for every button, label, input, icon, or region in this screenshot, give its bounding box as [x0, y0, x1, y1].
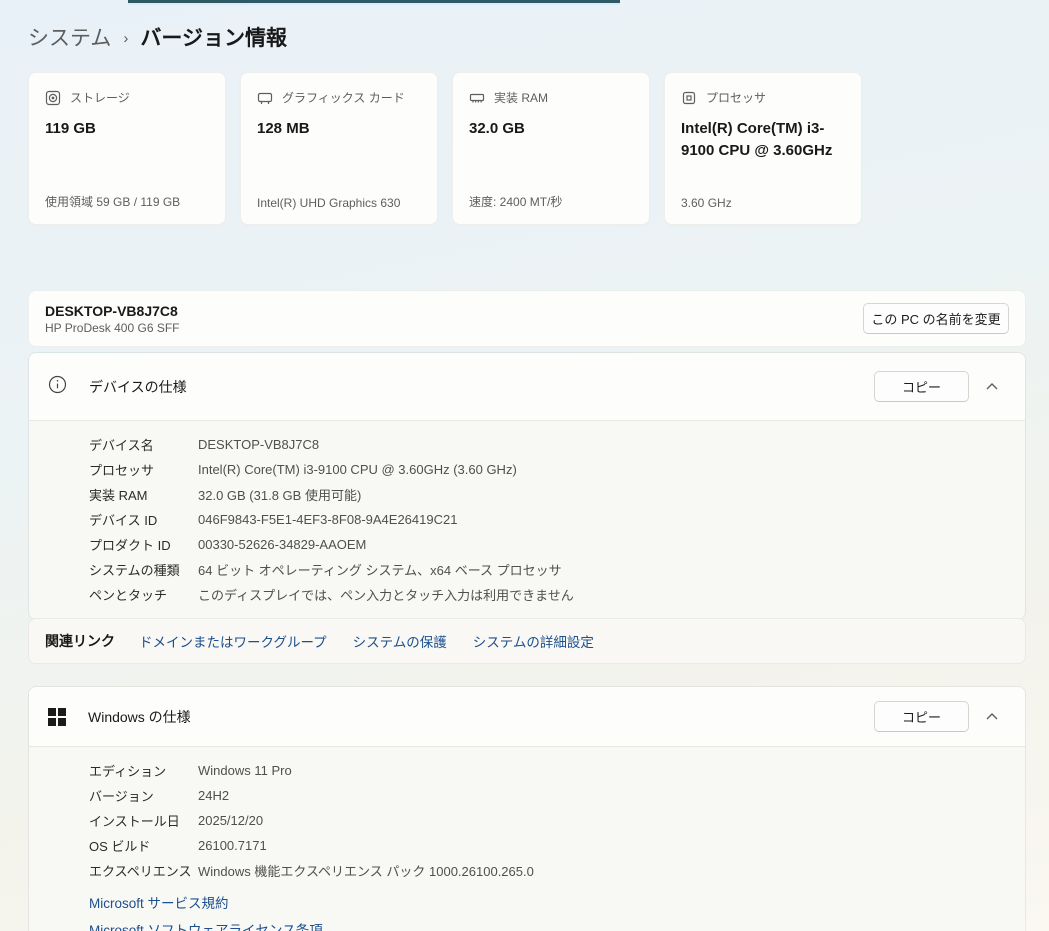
cpu-card-caption: 3.60 GHz [681, 196, 732, 210]
spec-row: エクスペリエンス Windows 機能エクスペリエンス パック 1000.2610… [89, 864, 534, 879]
ram-card-label: 実装 RAM [494, 91, 549, 105]
spec-row: プロセッサ Intel(R) Core(TM) i3-9100 CPU @ 3.6… [89, 462, 517, 478]
device-specs-title: デバイスの仕様 [89, 378, 187, 395]
gpu-icon [257, 90, 273, 106]
info-icon [48, 375, 67, 399]
windows-specs-expander: Windows の仕様 コピー エディション Windows 11 Pro バージ… [28, 686, 1026, 931]
related-links-label: 関連リンク [45, 633, 115, 649]
graphics-card-card: グラフィックス カード 128 MB Intel(R) UHD Graphics… [240, 72, 438, 225]
spec-row: プロダクト ID 00330-52626-34829-AAOEM [89, 537, 367, 553]
spec-row: 実装 RAM 32.0 GB (31.8 GB 使用可能) [89, 488, 362, 503]
device-model: HP ProDesk 400 G6 SFF [45, 320, 180, 335]
ram-card-value: 32.0 GB [469, 120, 525, 137]
ram-card-caption: 速度: 2400 MT/秒 [469, 195, 563, 209]
cpu-card-value: Intel(R) Core(TM) i3-9100 CPU @ 3.60GHz [681, 120, 833, 159]
chevron-up-icon[interactable] [975, 701, 1009, 732]
windows-specs-header[interactable]: Windows の仕様 コピー [29, 687, 1025, 747]
windows-logo-icon [48, 707, 66, 726]
windows-specs-copy-button[interactable]: コピー [874, 701, 969, 732]
device-specs-header[interactable]: デバイスの仕様 コピー [29, 353, 1025, 421]
cpu-icon [681, 90, 697, 106]
spec-row: デバイス名 DESKTOP-VB8J7C8 [89, 437, 320, 453]
ram-icon [469, 90, 485, 106]
spec-row: バージョン 24H2 [89, 788, 230, 804]
link-system-protection[interactable]: システムの保護 [353, 631, 447, 651]
device-specs-copy-button[interactable]: コピー [874, 371, 969, 402]
storage-card-caption: 使用領域 59 GB / 119 GB [45, 195, 181, 209]
breadcrumb-separator-icon: › [123, 29, 129, 47]
storage-card-label: ストレージ [70, 91, 130, 105]
window-edge-artifact [128, 0, 620, 5]
link-microsoft-software-license-terms[interactable]: Microsoft ソフトウェアライセンス条項 [89, 919, 1025, 931]
spec-row: システムの種類 64 ビット オペレーティング システム、x64 ベース プロセッ… [89, 563, 562, 578]
spec-row: OS ビルド 26100.7171 [89, 838, 267, 854]
device-specs-body: デバイス名 DESKTOP-VB8J7C8 プロセッサ Intel(R) Core(… [29, 421, 1025, 619]
ram-card: 実装 RAM 32.0 GB 速度: 2400 MT/秒 [452, 72, 650, 225]
windows-specs-body: エディション Windows 11 Pro バージョン 24H2 インストール日 20… [29, 747, 1025, 931]
storage-card: ストレージ 119 GB 使用領域 59 GB / 119 GB [28, 72, 226, 225]
chevron-up-icon[interactable] [975, 371, 1009, 402]
spec-row: インストール日 2025/12/20 [89, 813, 264, 829]
page-title: バージョン情報 [140, 27, 287, 50]
windows-specs-title: Windows の仕様 [88, 708, 191, 725]
device-name: DESKTOP-VB8J7C8 [45, 302, 178, 319]
related-links-card: 関連リンク ドメインまたはワークグループ システムの保護 システムの詳細設定 [28, 618, 1026, 664]
link-domain-or-workgroup[interactable]: ドメインまたはワークグループ [139, 631, 327, 651]
rename-pc-button[interactable]: この PC の名前を変更 [863, 303, 1009, 334]
processor-card: プロセッサ Intel(R) Core(TM) i3-9100 CPU @ 3.… [664, 72, 862, 225]
spec-row: ペンとタッチ このディスプレイでは、ペン入力とタッチ入力は利用できません [89, 588, 574, 603]
breadcrumb: システム › バージョン情報 [28, 22, 287, 52]
gpu-card-label: グラフィックス カード [282, 91, 405, 105]
storage-card-value: 119 GB [45, 120, 96, 137]
spec-row: デバイス ID 046F9843-F5E1-4EF3-8F08-9A4E26419… [89, 512, 458, 528]
device-specs-expander: デバイスの仕様 コピー デバイス名 DESKTOP-VB8J7C8 プロセッサ In… [28, 352, 1026, 620]
gpu-card-caption: Intel(R) UHD Graphics 630 [257, 196, 401, 210]
spec-row: エディション Windows 11 Pro [89, 763, 292, 779]
device-name-card: DESKTOP-VB8J7C8 HP ProDesk 400 G6 SFF この… [28, 290, 1026, 347]
breadcrumb-system[interactable]: システム [28, 22, 111, 52]
link-advanced-system-settings[interactable]: システムの詳細設定 [473, 631, 594, 651]
gpu-card-value: 128 MB [257, 120, 310, 137]
link-microsoft-services-agreement[interactable]: Microsoft サービス規約 [89, 892, 1025, 912]
hardware-summary-cards: ストレージ 119 GB 使用領域 59 GB / 119 GB グラフィックス… [28, 72, 862, 225]
storage-icon [45, 90, 61, 106]
cpu-card-label: プロセッサ [706, 91, 767, 105]
settings-about-page: システム › バージョン情報 ストレージ 119 GB 使用領域 59 GB /… [0, 0, 1049, 931]
